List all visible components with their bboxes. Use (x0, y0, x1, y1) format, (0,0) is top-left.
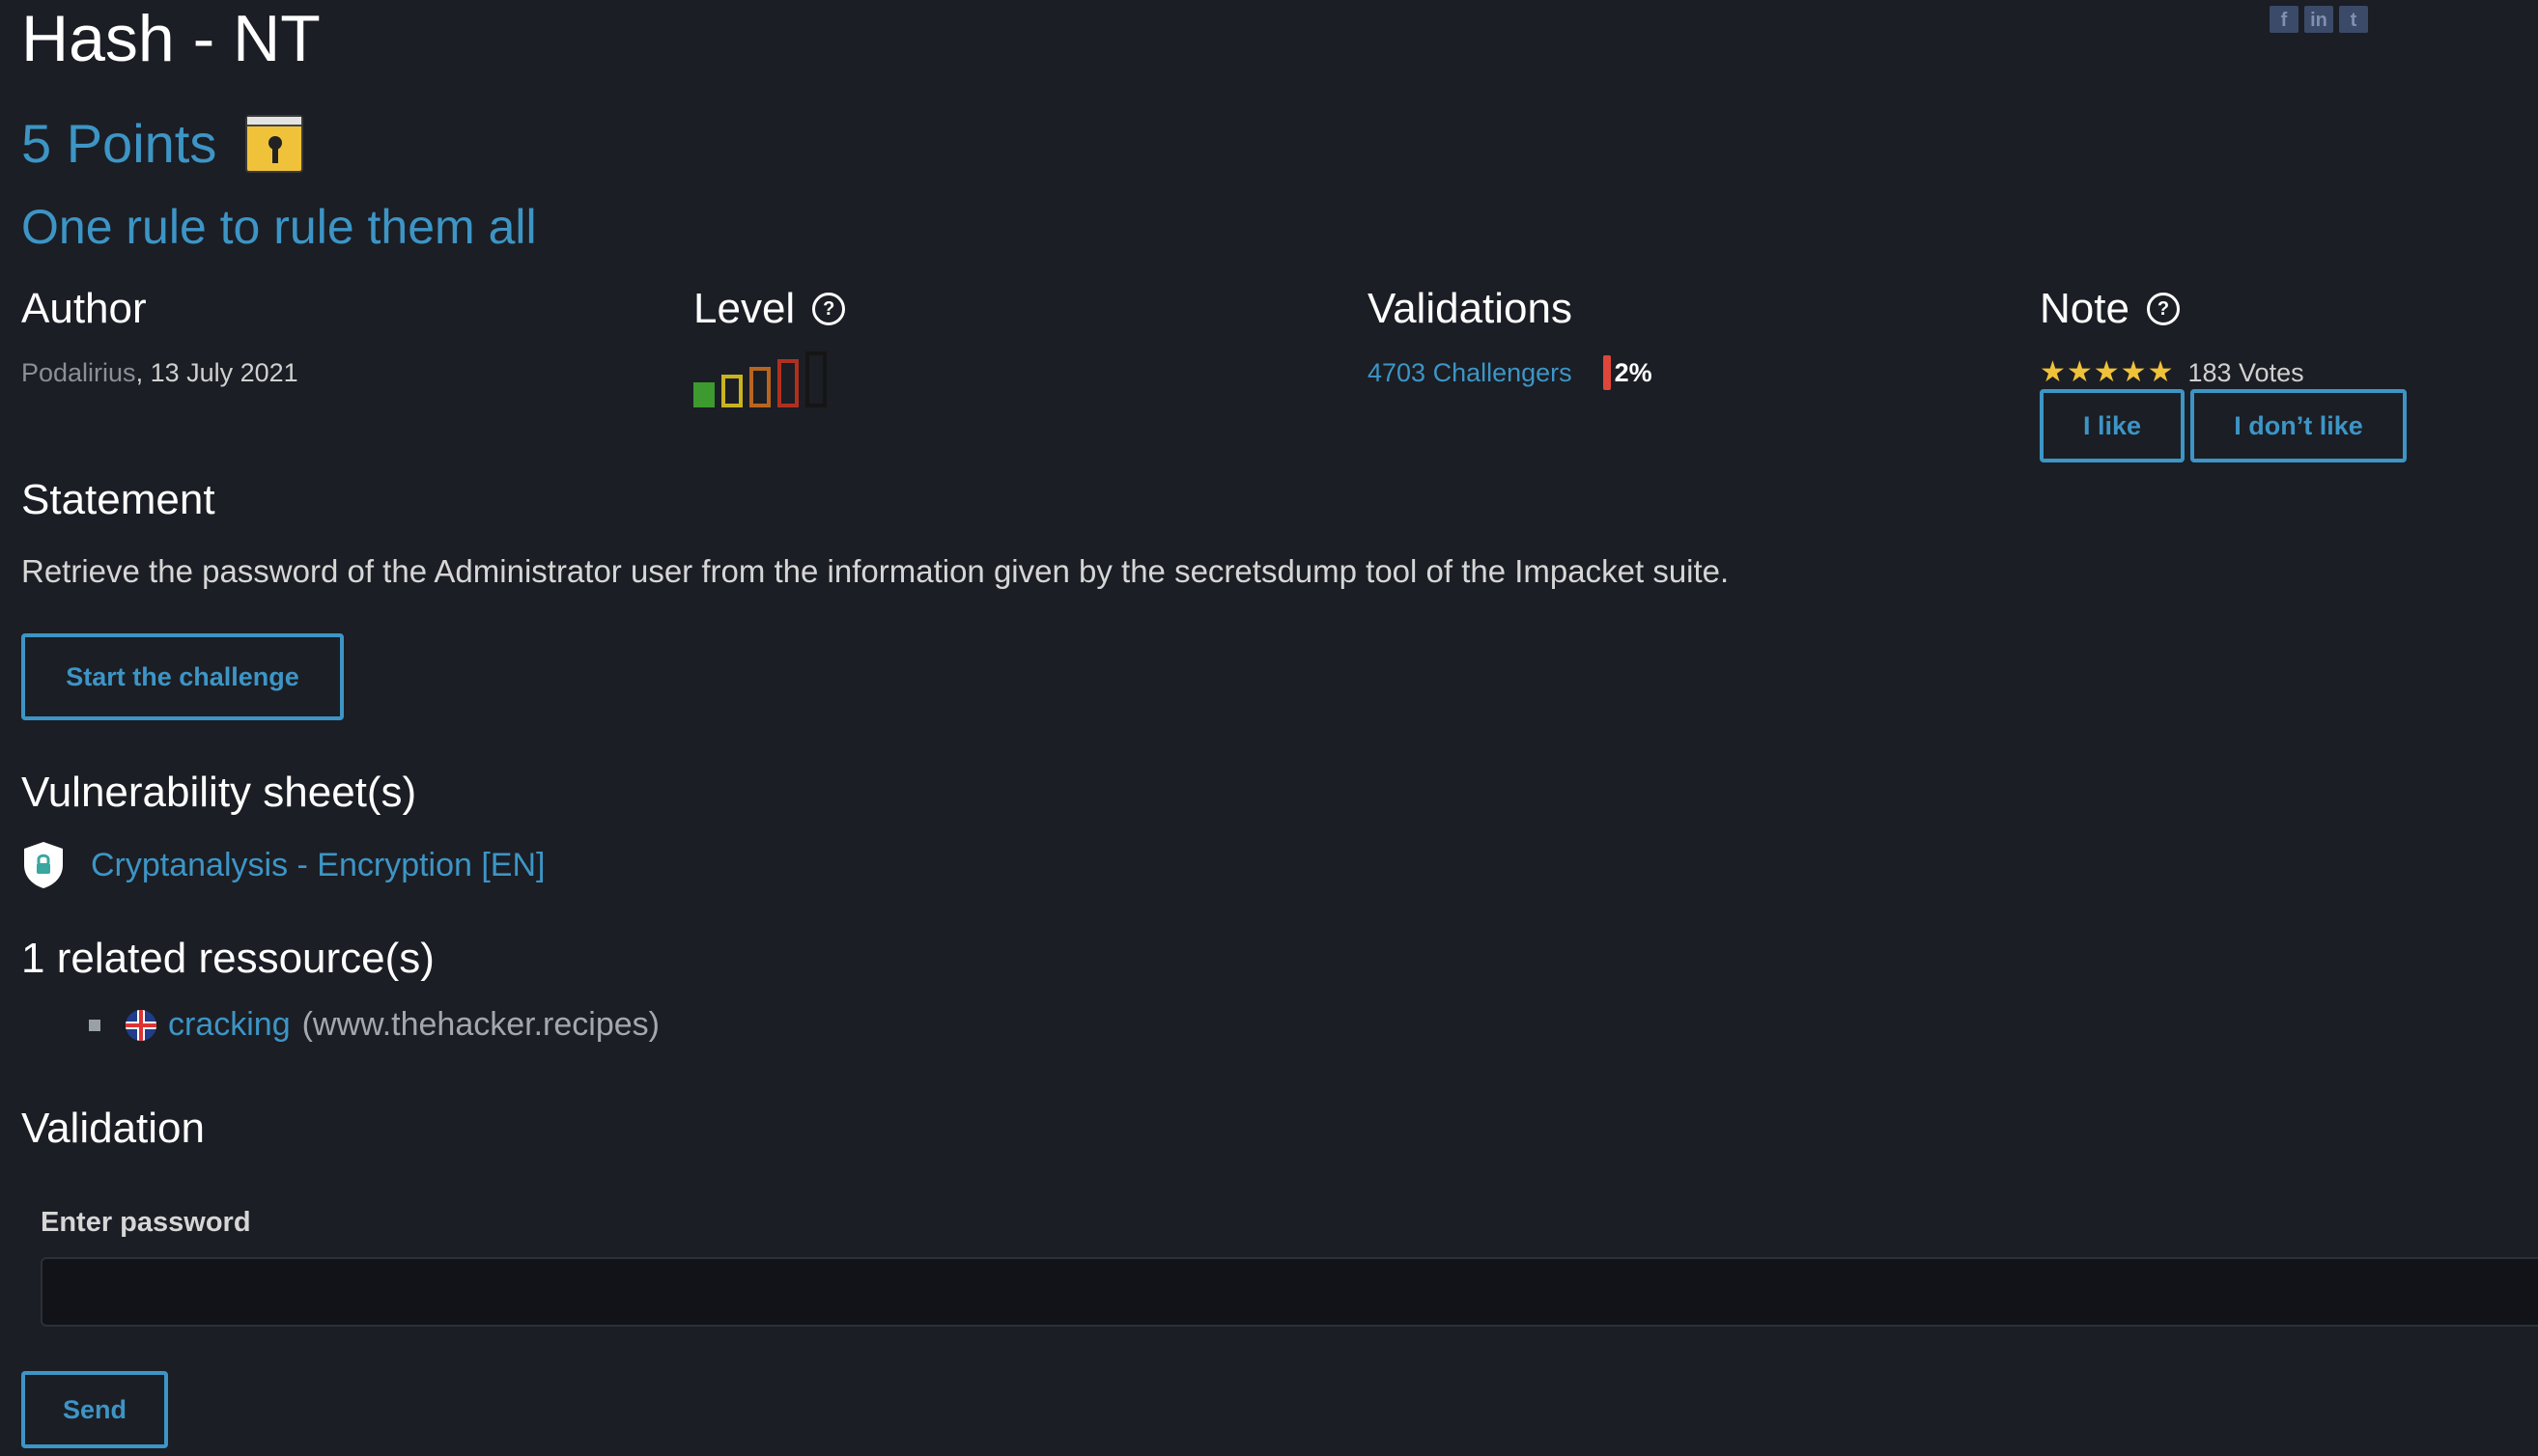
author-line: Podalirius, 13 July 2021 (21, 358, 298, 387)
facebook-icon[interactable]: f (2270, 6, 2298, 33)
note-heading: Note (2040, 285, 2129, 332)
challenge-page: f in t Hash - NT 5 Points One rule to ru… (0, 0, 2538, 1456)
star-rating-icon: ★★★★★ (2040, 356, 2175, 388)
vulnerability-sheet-row: Cryptanalysis - Encryption [EN] (21, 840, 546, 890)
level-heading: Level (693, 285, 796, 332)
level-bar-4 (777, 359, 799, 407)
vote-count: 183 Votes (2187, 358, 2304, 387)
validations-heading: Validations (1368, 285, 1572, 332)
resource-list-item: cracking (www.thehacker.recipes) (89, 1006, 660, 1044)
difficulty-level-indicator (693, 351, 827, 407)
author-column: Author (21, 280, 147, 338)
level-bar-2 (721, 375, 743, 407)
success-rate: 2% (1602, 353, 1652, 392)
note-help-icon[interactable]: ? (2146, 293, 2180, 325)
password-label: Enter password (41, 1207, 251, 1238)
dislike-button[interactable]: I don’t like (2190, 389, 2407, 462)
level-help-icon[interactable]: ? (812, 293, 846, 325)
vulnerability-heading: Vulnerability sheet(s) (21, 769, 417, 816)
statement-heading: Statement (21, 476, 215, 523)
bullet-icon (89, 1019, 100, 1031)
author-name[interactable]: Podalirius (21, 358, 136, 387)
vote-buttons: I like I don’t like (2040, 389, 2407, 462)
challenge-points: 5 Points (21, 113, 217, 174)
vulnerability-sheet-link[interactable]: Cryptanalysis - Encryption [EN] (91, 847, 546, 884)
send-button[interactable]: Send (21, 1371, 168, 1448)
level-bar-1 (693, 382, 715, 407)
twitter-icon[interactable]: t (2339, 6, 2368, 33)
linkedin-icon[interactable]: in (2304, 6, 2333, 33)
shield-lock-icon (24, 842, 63, 888)
password-input[interactable] (41, 1257, 2538, 1327)
resource-domain: (www.thehacker.recipes) (301, 1006, 660, 1043)
validations-column: Validations (1368, 280, 1572, 338)
challenge-title: Hash - NT (21, 2, 321, 75)
challenge-subtitle: One rule to rule them all (21, 200, 537, 254)
uk-flag-icon (126, 1009, 156, 1041)
note-column: Note ? (2040, 280, 2180, 338)
resources-heading: 1 related ressource(s) (21, 935, 435, 982)
level-bar-5 (805, 351, 827, 407)
statement-text: Retrieve the password of the Administrat… (21, 553, 1730, 589)
level-bar-3 (749, 367, 771, 407)
publish-date: 13 July 2021 (150, 358, 298, 387)
success-rate-value: 2% (1614, 358, 1652, 387)
validation-heading: Validation (21, 1105, 205, 1152)
challengers-link[interactable]: 4703 Challengers (1368, 353, 1572, 392)
level-column: Level ? (693, 280, 846, 338)
social-share-bar: f in t (2270, 6, 2368, 33)
success-rate-bar (1602, 355, 1611, 390)
start-challenge-button[interactable]: Start the challenge (21, 633, 344, 720)
points-row: 5 Points (21, 110, 304, 178)
author-heading: Author (21, 285, 147, 332)
validations-line: 4703 Challengers 2% (1368, 353, 1652, 392)
resource-link[interactable]: cracking (168, 1006, 291, 1044)
rating-line: ★★★★★ 183 Votes (2040, 353, 2304, 392)
lock-window-icon (245, 115, 304, 173)
like-button[interactable]: I like (2040, 389, 2185, 462)
